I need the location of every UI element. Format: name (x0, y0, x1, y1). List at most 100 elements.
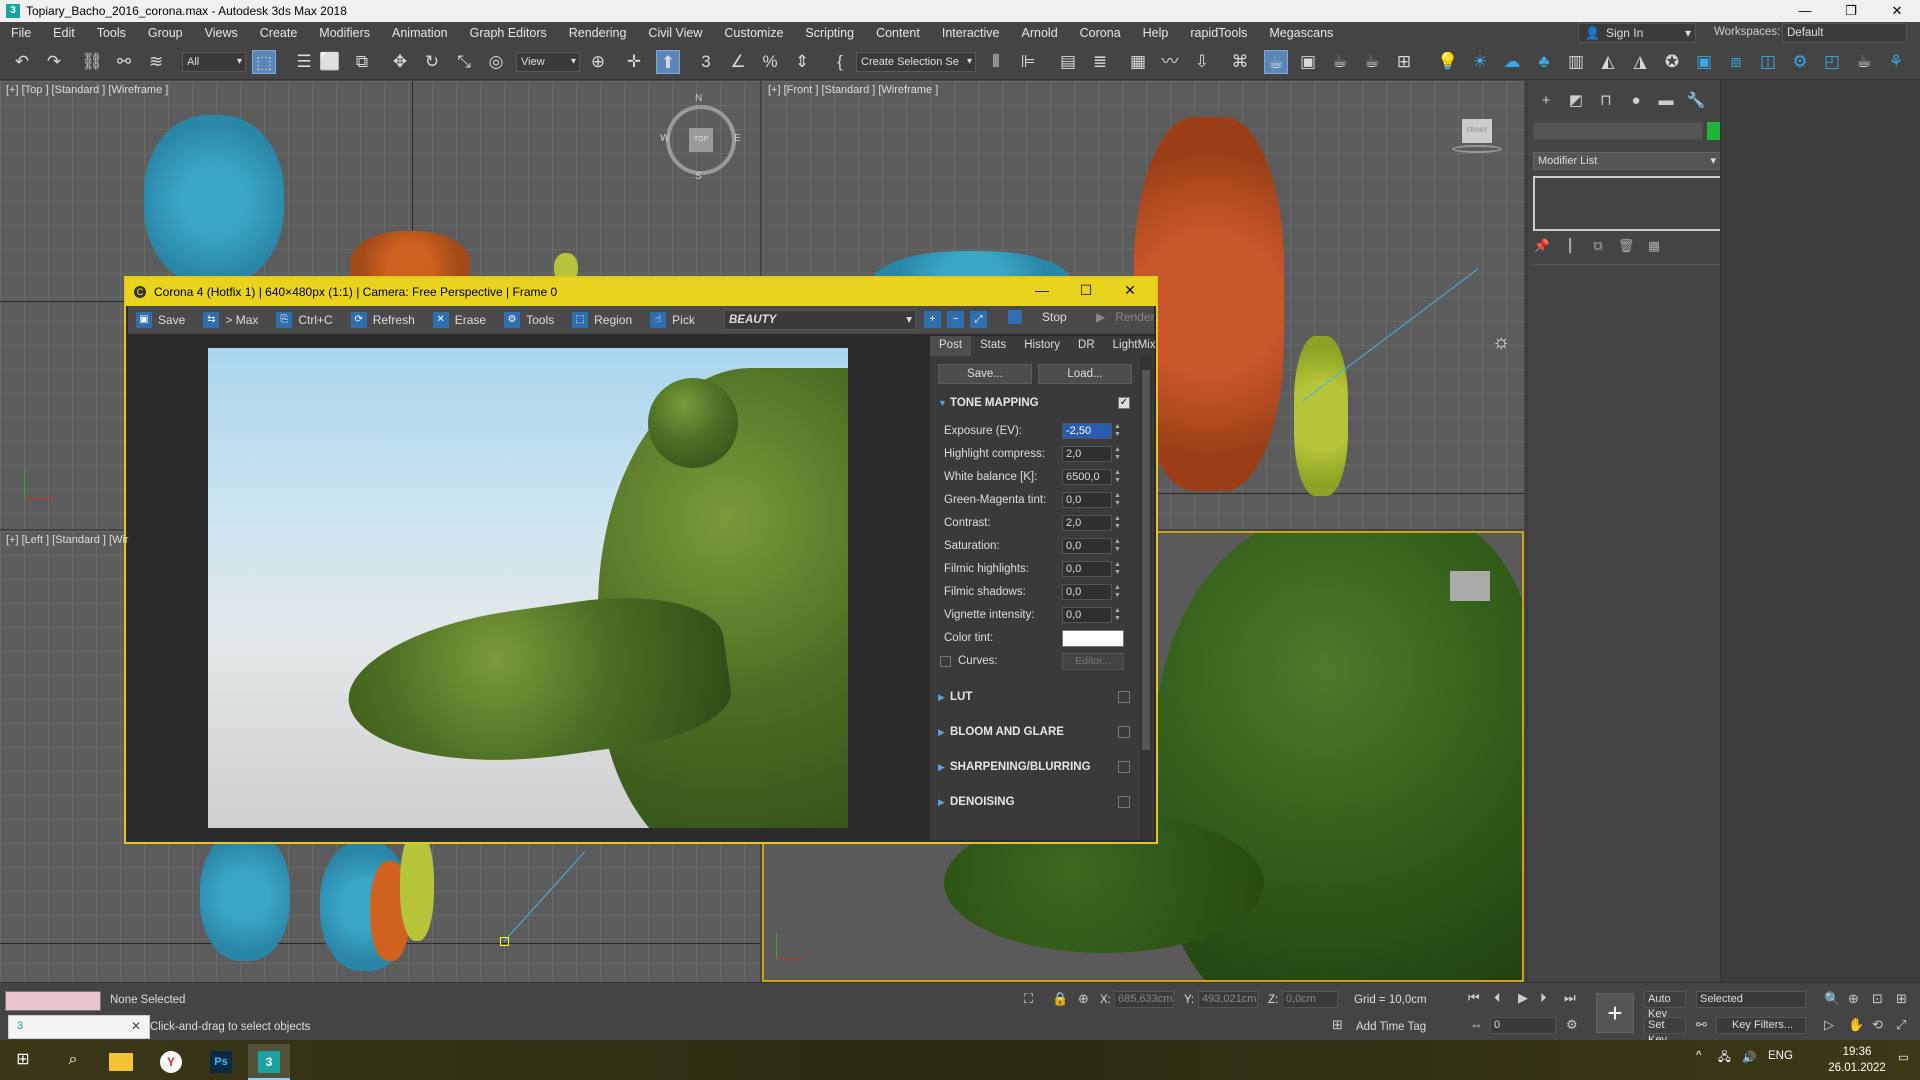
make-unique-icon[interactable]: ⧉ (1589, 238, 1607, 256)
corona-proxy-icon[interactable]: ☁ (1500, 50, 1524, 74)
vfb-region-button[interactable]: ⬚ Region (572, 312, 642, 328)
align-icon[interactable]: ⊫ (1016, 50, 1040, 74)
curve-editor-icon[interactable]: 〰 (1158, 50, 1182, 74)
menu-help[interactable]: Help (1132, 26, 1180, 40)
scale-icon[interactable]: ⤡ (452, 50, 476, 74)
menu-scripting[interactable]: Scripting (794, 26, 865, 40)
vfb-save-button[interactable]: ▣ Save (136, 312, 195, 328)
tone-mapping-header[interactable]: ▼ TONE MAPPING ✓ (936, 392, 1132, 414)
menu-file[interactable]: File (0, 26, 42, 40)
photoshop-taskbar-icon[interactable]: Ps (200, 1044, 242, 1080)
named-selection-sets-dropdown[interactable]: Create Selection Se (856, 52, 976, 72)
set-key-big-button[interactable]: + (1596, 993, 1634, 1033)
vfb-erase-button[interactable]: ✕ Erase (432, 312, 496, 328)
file-explorer-taskbar-icon[interactable] (100, 1044, 142, 1080)
select-object-icon[interactable]: ⬚ (252, 50, 276, 74)
minimize-button[interactable]: — (1782, 0, 1828, 22)
lock-selection-icon[interactable]: 🔒 (1052, 991, 1068, 1007)
menu-megascans[interactable]: Megascans (1258, 26, 1344, 40)
corona-camera-icon[interactable]: ◭ (1596, 50, 1620, 74)
yandex-browser-taskbar-icon[interactable]: Y (150, 1044, 192, 1080)
menu-rapidtools[interactable]: rapidTools (1179, 26, 1258, 40)
corona-lister-icon[interactable]: ◫ (1756, 50, 1780, 74)
corona-bitmap-icon[interactable]: ◰ (1820, 50, 1844, 74)
menu-customize[interactable]: Customize (713, 26, 794, 40)
menu-corona[interactable]: Corona (1069, 26, 1132, 40)
viewport-label-top[interactable]: [+] [Top ] [Standard ] [Wireframe ] (6, 84, 168, 96)
spinner-icon[interactable]: ▲ ▼ (1114, 423, 1121, 439)
rect-selection-icon[interactable]: ⬜ (318, 50, 342, 74)
curves-editor-button[interactable]: Editor... (1062, 653, 1124, 670)
time-tag-icon[interactable]: ⊞ (1332, 1017, 1343, 1033)
zoom-extents-all-icon[interactable]: ⊞ (1896, 991, 1907, 1007)
bind-space-warp-icon[interactable]: ≋ (144, 50, 168, 74)
toggle-ribbon-icon[interactable]: ▦ (1126, 50, 1150, 74)
bloom-glare-header[interactable]: ▶ BLOOM AND GLARE (936, 721, 1132, 743)
corona-interactive-icon[interactable]: ⧈ (1724, 50, 1748, 74)
corona-light-icon[interactable]: 💡 (1436, 50, 1460, 74)
vfb-render-button[interactable]: ▶ Render (1096, 310, 1155, 324)
zoom-all-icon[interactable]: ⊕ (1848, 991, 1859, 1007)
spinner-icon[interactable]: ▲ ▼ (1114, 515, 1121, 531)
color-tint-swatch[interactable] (1062, 630, 1124, 647)
isolate-selection-icon[interactable]: ⛶ (1024, 991, 1033, 1007)
network-icon[interactable]: 🖧 (1718, 1050, 1731, 1069)
render-channel-dropdown[interactable]: BEAUTY (724, 310, 916, 330)
keyboard-shortcut-override-icon[interactable]: ⬆ (656, 50, 680, 74)
close-button[interactable]: ✕ (1874, 0, 1920, 22)
y-coordinate-field[interactable]: 493,021cm (1198, 991, 1258, 1008)
zoom-icon[interactable]: 🔍 (1824, 991, 1840, 1007)
corona-converter-icon[interactable]: ▥ (1564, 50, 1588, 74)
zoom-fit-icon[interactable]: ⤢ (970, 311, 987, 328)
corona-dr-icon[interactable]: ⚙ (1788, 50, 1812, 74)
schematic-view-icon[interactable]: ⇩ (1190, 50, 1214, 74)
render-setup-icon[interactable]: ☕ (1264, 50, 1288, 74)
select-manipulate-icon[interactable]: ✛ (622, 50, 646, 74)
field-of-view-icon[interactable]: ▷ (1824, 1017, 1834, 1033)
hierarchy-tab-icon[interactable]: ⊓ (1595, 90, 1617, 112)
vfb-copy-button[interactable]: ⎘ Ctrl+C (276, 312, 342, 328)
menu-arnold[interactable]: Arnold (1011, 26, 1069, 40)
auto-key-button[interactable]: Auto Key (1644, 991, 1686, 1020)
exposure-field[interactable]: -2,50 (1062, 423, 1112, 439)
vfb-to-max-button[interactable]: ⇆ > Max (203, 312, 268, 328)
layer-explorer-icon[interactable]: ≣ (1088, 50, 1112, 74)
link-icon[interactable]: ⛓ (80, 50, 104, 74)
vfb-tools-button[interactable]: ⚙ Tools (504, 312, 564, 328)
contrast-field[interactable]: 2,0 (1062, 515, 1112, 531)
tray-chevron-icon[interactable]: ^ (1696, 1050, 1701, 1062)
saturation-field[interactable]: 0,0 (1062, 538, 1112, 554)
corona-teapot-icon[interactable]: ☕ (1852, 50, 1876, 74)
maximize-viewport-icon[interactable]: ⤢ (1896, 1017, 1906, 1033)
goto-start-icon[interactable]: ⏮ (1468, 990, 1480, 1006)
render-in-cloud-icon[interactable]: ⊞ (1392, 50, 1416, 74)
corona-scatter-icon[interactable]: ♣ (1532, 50, 1556, 74)
spinner-icon[interactable]: ▲ ▼ (1114, 538, 1121, 554)
viewcube-compass[interactable]: TOP N S W E (660, 93, 741, 182)
tab-stats[interactable]: Stats (971, 336, 1015, 356)
render-canvas[interactable] (208, 348, 848, 828)
denoising-checkbox[interactable] (1118, 796, 1130, 808)
corona-toolbox-icon[interactable]: ✪ (1660, 50, 1684, 74)
material-editor-icon[interactable]: ⌘ (1228, 50, 1252, 74)
render-production-icon[interactable]: ☕ (1328, 50, 1352, 74)
menu-tools[interactable]: Tools (86, 26, 137, 40)
mirror-icon[interactable]: ⫴ (984, 50, 1008, 74)
vfb-stop-button[interactable]: Stop (1008, 310, 1067, 324)
corona-maximize-button[interactable]: ☐ (1064, 282, 1108, 299)
key-mode-icon[interactable]: ⚯ (1696, 1017, 1707, 1033)
menu-views[interactable]: Views (194, 26, 249, 40)
prev-frame-icon[interactable]: ⏴ (1494, 990, 1501, 1006)
menu-interactive[interactable]: Interactive (931, 26, 1011, 40)
denoising-header[interactable]: ▶ DENOISING (936, 791, 1132, 813)
sharpening-checkbox[interactable] (1118, 761, 1130, 773)
modify-tab-icon[interactable]: ◩ (1565, 90, 1587, 112)
filmic-highlights-field[interactable]: 0,0 (1062, 561, 1112, 577)
current-frame-field[interactable]: 0 (1490, 1017, 1556, 1034)
maximize-button[interactable]: ❐ (1828, 0, 1874, 22)
corona-sun-icon[interactable]: ☀ (1468, 50, 1492, 74)
spinner-icon[interactable]: ▲ ▼ (1114, 607, 1121, 623)
edit-named-selection-icon[interactable]: { (828, 50, 852, 74)
remove-modifier-icon[interactable]: 🗑 (1617, 238, 1635, 256)
selection-filter-dropdown[interactable]: All (182, 52, 246, 72)
